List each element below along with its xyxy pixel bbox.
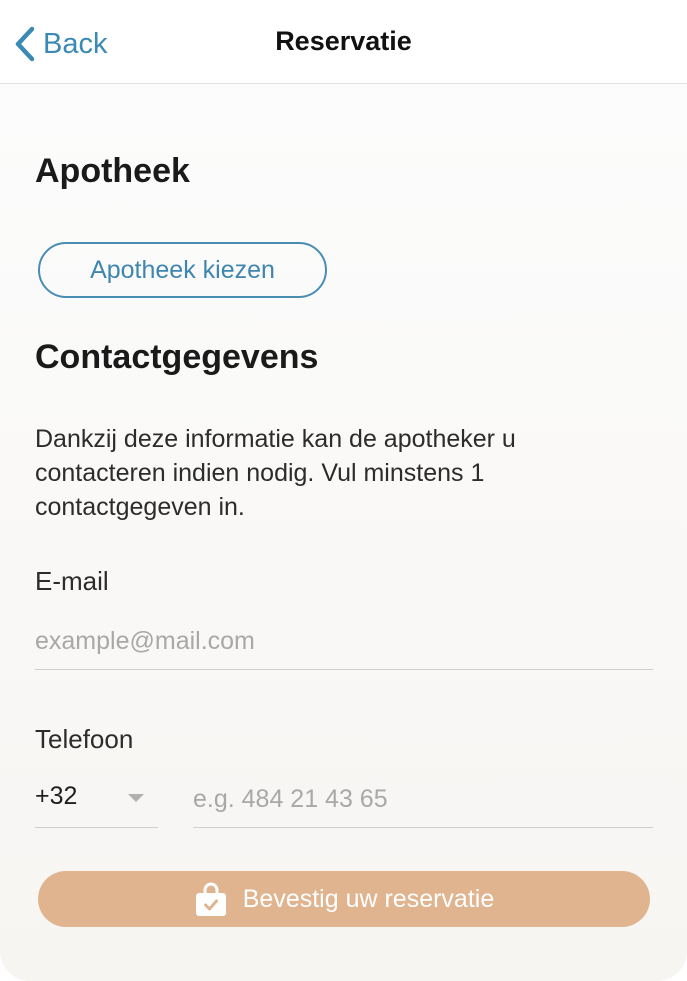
confirm-reservation-button[interactable]: Bevestig uw reservatie [38,871,650,927]
email-label: E-mail [35,566,109,596]
reservation-form: Apotheek Apotheek kiezen Contactgegevens… [0,84,687,981]
phone-label: Telefoon [35,724,134,754]
country-code-value: +32 [35,782,78,810]
confirm-label: Bevestig uw reservatie [242,884,495,913]
choose-pharmacy-button[interactable]: Apotheek kiezen [38,242,327,298]
page-title: Reservatie [275,26,412,56]
chevron-down-icon [128,794,144,802]
country-code-select[interactable]: +32 [35,772,158,828]
contact-description: Dankzij deze informatie kan de apotheker… [35,425,516,521]
pharmacy-heading: Apotheek [35,152,190,190]
nav-bar: Back Reservatie [0,0,687,84]
email-field[interactable] [35,614,653,670]
contact-heading: Contactgegevens [35,338,319,376]
shopping-bag-check-icon [195,882,226,916]
phone-field[interactable] [193,772,653,828]
